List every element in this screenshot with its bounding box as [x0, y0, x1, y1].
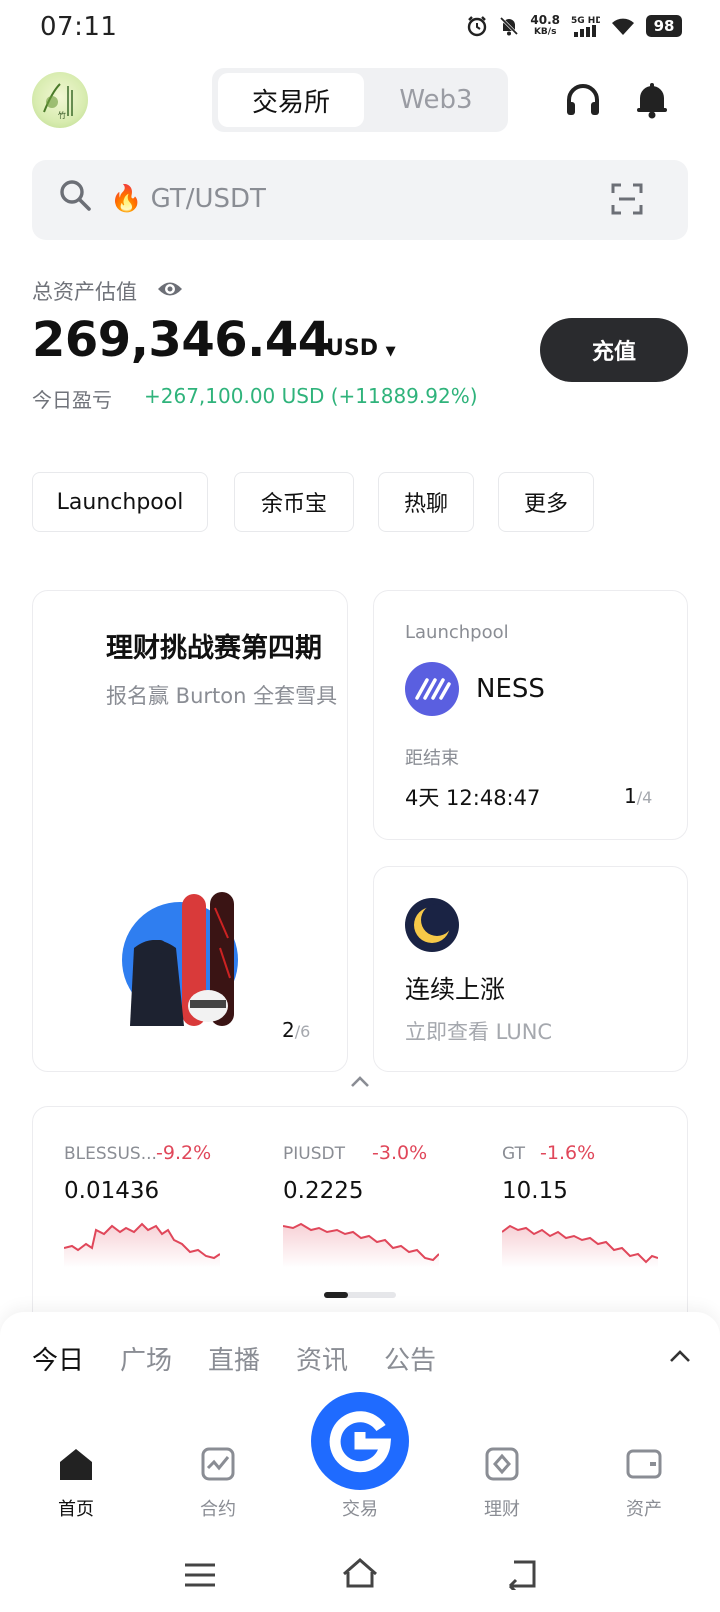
ticker-change: -9.2%: [156, 1142, 212, 1164]
daily-pnl-value: +267,100.00 USD (+11889.92%): [144, 384, 478, 408]
promo-pager: 2/6: [282, 1018, 311, 1042]
bell-icon[interactable]: [632, 80, 672, 120]
ticker-price: 0.2225: [283, 1178, 364, 1204]
deposit-button[interactable]: 充值: [540, 318, 688, 382]
nav-earn[interactable]: 理财: [462, 1495, 542, 1521]
currency-select[interactable]: USD ▼: [326, 336, 396, 361]
ticker-name: PIUSDT: [283, 1144, 345, 1164]
tab-today[interactable]: 今日: [32, 1340, 84, 1377]
avatar[interactable]: 竹: [32, 72, 88, 128]
ticker-name: BLESSUS...: [64, 1144, 157, 1164]
tab-news[interactable]: 资讯: [296, 1340, 348, 1377]
tab-exchange[interactable]: 交易所: [218, 73, 364, 127]
tab-announcements[interactable]: 公告: [384, 1340, 436, 1377]
wallet-icon[interactable]: [624, 1444, 664, 1484]
nav-home[interactable]: 首页: [36, 1495, 116, 1521]
countdown-value: 4天 12:48:47: [405, 786, 541, 810]
futures-icon[interactable]: [198, 1444, 238, 1484]
ticker-price: 0.01436: [64, 1178, 160, 1204]
search-icon: [60, 180, 91, 211]
status-time: 07:11: [40, 12, 118, 42]
tab-live[interactable]: 直播: [208, 1340, 260, 1377]
promo-subtitle: 报名赢 Burton 全套雪具: [106, 684, 338, 708]
back-icon[interactable]: [502, 1558, 538, 1590]
tab-web3[interactable]: Web3: [364, 73, 508, 127]
chip-launchpool[interactable]: Launchpool: [32, 472, 208, 532]
home-icon[interactable]: [56, 1444, 96, 1484]
earn-icon[interactable]: [482, 1444, 522, 1484]
total-assets-value: 269,346.44: [32, 312, 331, 368]
nav-futures[interactable]: 合约: [178, 1495, 258, 1521]
status-icons: 40.8 KB/s 5G HD 98: [466, 14, 682, 38]
chip-more[interactable]: 更多: [498, 472, 594, 532]
nav-trade[interactable]: 交易: [320, 1495, 400, 1521]
svg-text:5G HD: 5G HD: [571, 16, 600, 26]
ness-token-icon: [405, 662, 459, 716]
launchpool-pager: 1/4: [624, 784, 653, 808]
5g-hd-signal-icon: 5G HD: [571, 16, 600, 37]
eye-icon[interactable]: [156, 278, 184, 300]
sparkline-blessus[interactable]: [64, 1218, 220, 1268]
tab-square[interactable]: 广场: [120, 1340, 172, 1377]
battery-indicator: 98: [646, 15, 682, 37]
network-speed: 40.8 KB/s: [530, 13, 560, 37]
search-input[interactable]: 🔥 GT/USDT: [110, 184, 266, 214]
svg-text:竹: 竹: [58, 110, 66, 120]
lunc-subtitle: 立即查看 LUNC: [405, 1020, 553, 1044]
ticker-price: 10.15: [502, 1178, 568, 1204]
lunc-token-icon: [405, 898, 459, 952]
home-nav-icon[interactable]: [340, 1556, 380, 1590]
alarm-icon: [468, 16, 487, 37]
menu-icon[interactable]: [182, 1560, 218, 1590]
ticker-change: -3.0%: [372, 1142, 428, 1164]
chip-yubibao[interactable]: 余币宝: [234, 472, 354, 532]
sparkline-piusdt[interactable]: [283, 1218, 439, 1268]
launchpool-token-name: NESS: [476, 674, 545, 704]
sparkline-gt[interactable]: [502, 1218, 658, 1268]
nav-assets[interactable]: 资产: [604, 1495, 684, 1521]
ticker-name: GT: [502, 1144, 525, 1164]
scan-icon[interactable]: [610, 182, 644, 216]
launchpool-label: Launchpool: [405, 622, 509, 643]
wifi-icon: [612, 18, 634, 35]
ticker-change: -1.6%: [540, 1142, 596, 1164]
trade-fab[interactable]: [311, 1392, 409, 1490]
total-assets-label: 总资产估值: [32, 280, 137, 304]
mute-bell-icon: [500, 16, 519, 36]
headset-icon[interactable]: [563, 80, 603, 120]
snowboard-gear-illustration: [122, 892, 238, 1026]
currency-label: USD: [326, 336, 378, 361]
ticker-scroll-indicator: [324, 1292, 396, 1298]
chip-hot-chat[interactable]: 热聊: [378, 472, 474, 532]
caret-down-icon: ▼: [385, 344, 396, 359]
ticker-scroll-thumb: [324, 1292, 348, 1298]
promo-title: 理财挑战赛第四期: [106, 633, 322, 664]
gate-logo-icon: [329, 1411, 392, 1473]
lunc-title: 连续上涨: [405, 975, 506, 1004]
chevron-up-icon[interactable]: [348, 1074, 372, 1090]
expand-sheet-icon[interactable]: [668, 1348, 692, 1364]
countdown-label: 距结束: [405, 748, 459, 769]
daily-pnl-label: 今日盈亏: [32, 388, 112, 412]
